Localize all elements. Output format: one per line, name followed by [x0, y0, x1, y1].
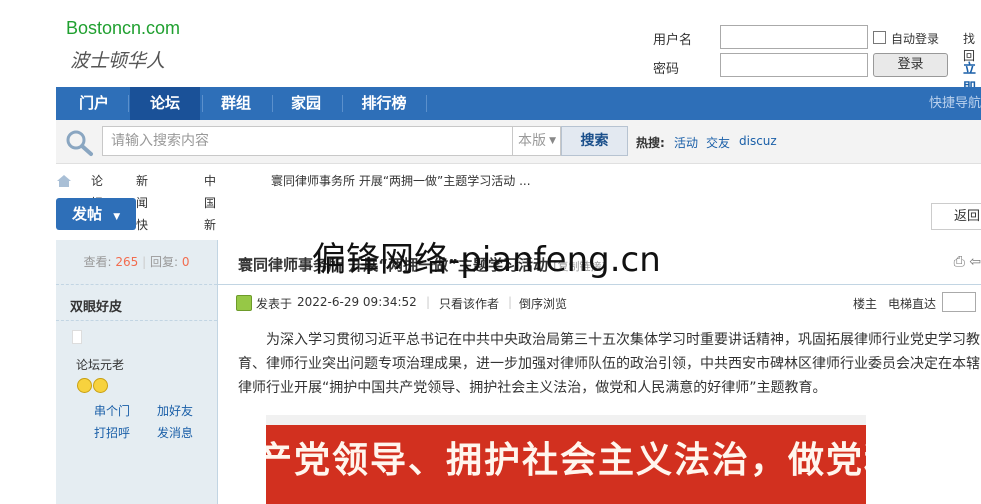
author-only-link[interactable]: 只看该作者 — [439, 295, 499, 312]
post-paragraph-line: 为深入学习贯彻习近平总书记在中共中央政治局第三十五次集体学习时重要讲话精神，巩固… — [266, 332, 980, 348]
auto-login-label[interactable]: 自动登录 — [891, 30, 939, 47]
nav-item-groups[interactable]: 群组 — [204, 87, 268, 120]
search-bar: 请输入搜索内容 本版 ▼ 搜索 热搜: 活动 交友 discuz — [56, 120, 981, 164]
nav-item-home[interactable]: 家园 — [274, 87, 338, 120]
new-post-label: 发帖 — [72, 205, 103, 223]
post-image[interactable]: 产党领导、拥护社会主义法治，做党和人民满意的好律师 — [266, 415, 866, 504]
author-name[interactable]: 双眼好皮 — [70, 296, 122, 315]
posted-prefix: 发表于 — [256, 297, 293, 311]
smiley-icon — [93, 378, 108, 393]
reverse-view-link[interactable]: 倒序浏览 — [519, 295, 567, 312]
visit-link[interactable]: 串个门 — [94, 402, 130, 419]
auto-login-checkbox[interactable] — [873, 31, 886, 44]
site-header: Bostoncn.com 波士顿华人 用户名 自动登录 找回 密码 登录 立即 — [0, 0, 981, 96]
post-paragraph-line: 律师行业开展“拥护中国共产党领导、拥护社会主义法治，做党和人民满意的好律师”主题… — [238, 380, 827, 396]
banner-top-edge — [266, 415, 866, 425]
hot-search-label: 热搜: — [636, 136, 665, 150]
banner-text: 产党领导、拥护社会主义法治，做党和人民满意的好律师 — [266, 439, 866, 481]
quick-nav-link[interactable]: 快捷导航 — [929, 87, 981, 120]
nav-item-forum[interactable]: 论坛 — [130, 87, 200, 120]
floor-jump-input[interactable] — [942, 292, 976, 312]
username-input[interactable] — [720, 25, 868, 49]
search-scope-value: 本版 — [518, 133, 546, 149]
chevron-down-icon: ▼ — [549, 136, 556, 146]
smiley-icon — [77, 378, 92, 393]
site-logo-en[interactable]: Bostoncn.com — [66, 18, 180, 39]
password-label: 密码 — [653, 62, 680, 77]
breadcrumb-thread[interactable]: 寰同律师事务所 开展“两拥一做”主题学习活动 ... — [271, 170, 531, 192]
send-message-link[interactable]: 发消息 — [157, 424, 193, 441]
search-icon — [66, 130, 93, 156]
nav-divider — [128, 95, 129, 112]
home-icon[interactable] — [56, 174, 72, 188]
prev-thread-icon[interactable]: ⇦ — [969, 254, 981, 270]
hot-link-discuz[interactable]: discuz — [739, 134, 777, 148]
search-button[interactable]: 搜索 — [561, 126, 628, 156]
username-label: 用户名 — [653, 33, 693, 48]
add-friend-link[interactable]: 加好友 — [157, 402, 193, 419]
views-count: 265 — [115, 255, 139, 269]
avatar[interactable] — [72, 330, 82, 344]
post-paragraph-line: 育、律师行业突出问题专项治理成果，进一步加强对律师队伍的政治引领，中共西安市碑林… — [238, 356, 980, 372]
main-nav: 门户 论坛 群组 家园 排行榜 快捷导航 — [56, 87, 981, 120]
post-content-area: 寰同律师事务所 开展“两拥一做”主题学习活动 [复制链接] 偏锋网络-pianf… — [218, 240, 981, 504]
nav-divider — [202, 95, 203, 112]
post-title-bar: 寰同律师事务所 开展“两拥一做”主题学习活动 [复制链接] 偏锋网络-pianf… — [218, 240, 981, 285]
password-input[interactable] — [720, 53, 868, 77]
post-meta: 发表于 2022-6-29 09:34:52 | 只看该作者 | 倒序浏览 楼主… — [236, 292, 981, 312]
views-label: 查看: — [83, 255, 112, 269]
greet-link[interactable]: 打招呼 — [94, 424, 130, 441]
new-post-button[interactable]: 发帖 ▼ — [56, 198, 136, 230]
nav-divider — [342, 95, 343, 112]
hot-link-friends[interactable]: 交友 — [706, 134, 730, 151]
replies-count: 0 — [181, 255, 190, 269]
posted-time: 2022-6-29 09:34:52 — [297, 295, 417, 309]
user-level: 论坛元老 — [76, 358, 125, 372]
floor-label: 楼主 — [853, 297, 878, 311]
search-scope-select[interactable]: 本版 ▼ — [512, 126, 561, 156]
online-status-icon — [236, 295, 252, 311]
caret-down-icon: ▼ — [113, 212, 121, 222]
nav-item-ranking[interactable]: 排行榜 — [346, 87, 422, 120]
watermark: 偏锋网络-pianfeng.cn — [312, 240, 661, 280]
nav-item-portal[interactable]: 门户 — [64, 87, 124, 120]
post-body: 为深入学习贯彻习近平总书记在中共中央政治局第三十五次集体学习时重要讲话精神，巩固… — [238, 328, 981, 400]
print-icon[interactable]: ⎙ — [954, 254, 965, 270]
nav-divider — [272, 95, 273, 112]
login-button[interactable]: 登录 — [873, 53, 948, 77]
back-button[interactable]: 返回 — [931, 203, 981, 230]
site-logo-cn[interactable]: 波士顿华人 — [70, 46, 165, 73]
replies-label: 回复: — [149, 255, 179, 269]
title-tools: ⎙ ⇦ — [954, 254, 981, 270]
hot-link-activity[interactable]: 活动 — [674, 134, 698, 151]
elevator-label: 电梯直达 — [888, 297, 937, 311]
thread-stats: 查看: 265 | 回复: 0 — [56, 240, 217, 285]
search-input[interactable]: 请输入搜索内容 — [102, 126, 514, 156]
divider — [56, 320, 217, 321]
author-sidebar: 查看: 265 | 回复: 0 双眼好皮 论坛元老 串个门 加好友 打招呼 发消… — [56, 240, 218, 504]
nav-divider — [426, 95, 427, 112]
